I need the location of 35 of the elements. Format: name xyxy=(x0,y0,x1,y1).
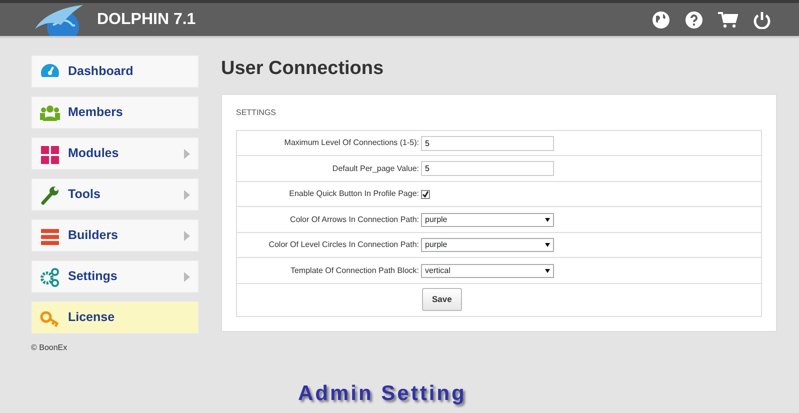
cart-icon[interactable] xyxy=(718,10,738,28)
field-label: Maximum Level Of Connections (1-5): xyxy=(283,137,420,150)
save-button[interactable]: Save xyxy=(422,288,462,312)
modules-grid-icon xyxy=(40,144,60,164)
checkbox[interactable] xyxy=(421,190,430,199)
page-title: User Connections xyxy=(221,58,385,81)
dropdown[interactable]: purple xyxy=(421,212,554,227)
dropdown[interactable]: purple xyxy=(421,238,554,252)
field-label: Template Of Connection Path Block: xyxy=(289,264,420,277)
text-field[interactable]: 5 xyxy=(421,161,554,176)
sidebar-item[interactable]: Settings xyxy=(31,260,199,293)
caret-icon xyxy=(545,268,550,273)
field-label: Default Per_page Value: xyxy=(331,162,420,175)
sidebar-item[interactable]: Members xyxy=(31,96,199,129)
sidebar-item[interactable]: License xyxy=(31,301,199,334)
caret-icon xyxy=(545,218,550,222)
dropdown[interactable]: vertical xyxy=(421,264,554,278)
caption-text: Admin Setting xyxy=(298,381,466,407)
section-heading: SETTINGS xyxy=(236,106,278,119)
wrench-icon xyxy=(40,184,60,204)
field-label: Color Of Arrows In Connection Path: xyxy=(289,214,420,226)
copyright-text: © BoonEx xyxy=(31,343,68,352)
power-icon[interactable] xyxy=(753,10,771,28)
sidebar-item[interactable]: Dashboard xyxy=(31,55,199,88)
help-icon[interactable] xyxy=(685,10,703,28)
field-label: Enable Quick Button In Profile Page: xyxy=(288,188,420,200)
dashboard-gauge-icon xyxy=(40,62,60,82)
field-label: Color Of Level Circles In Connection Path: xyxy=(268,239,420,252)
caret-icon xyxy=(545,243,550,248)
sidebar-item[interactable]: Modules xyxy=(31,137,199,170)
text-field[interactable]: 5 xyxy=(421,136,554,151)
sidebar-item[interactable]: Tools xyxy=(31,178,199,211)
app-title: DOLPHIN 7.1 xyxy=(97,10,196,30)
sidebar-item[interactable]: Builders xyxy=(31,219,199,252)
members-group-icon xyxy=(40,102,60,122)
